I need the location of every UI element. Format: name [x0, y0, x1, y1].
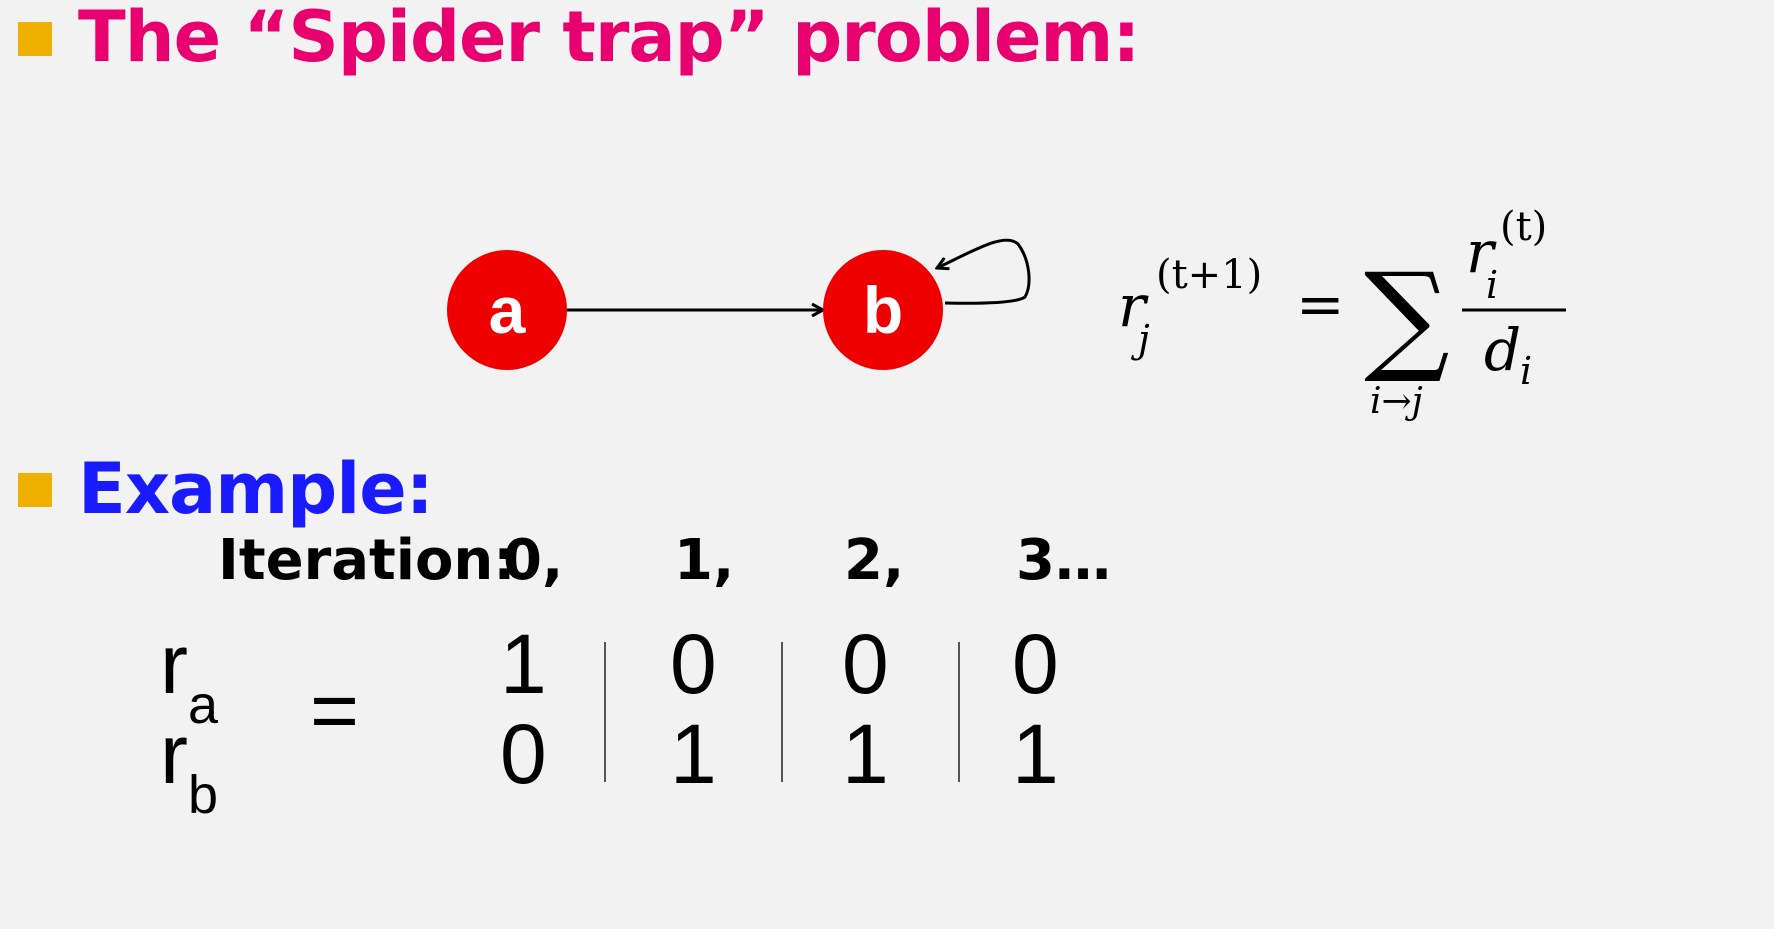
col2-rb: 1 — [842, 707, 889, 801]
node-a-label: a — [489, 273, 527, 347]
col1-ra: 0 — [670, 617, 717, 711]
formula-equals: = — [1296, 270, 1345, 338]
row-label-rb: rb — [160, 712, 218, 822]
rb-sub: b — [187, 765, 219, 825]
col1-rb: 1 — [670, 707, 717, 801]
formula-den-base: d — [1484, 316, 1521, 384]
ra-base: r — [160, 617, 188, 711]
formula-sum: ∑ — [1364, 248, 1450, 387]
col0-rb: 0 — [500, 707, 547, 801]
iteration-value-2: 2, — [844, 528, 905, 593]
formula-sum-index: i→j — [1370, 381, 1423, 422]
column-divider-2 — [781, 642, 783, 782]
node-b-label: b — [863, 273, 903, 347]
column-divider-3 — [958, 642, 960, 782]
iteration-value-0: 0, — [503, 528, 564, 593]
formula-num-sub: i — [1486, 263, 1498, 307]
iteration-label: Iteration: — [218, 528, 516, 593]
table-equals: = — [310, 663, 360, 757]
col3-ra: 0 — [1012, 617, 1059, 711]
formula-den-sub: i — [1520, 349, 1532, 393]
iteration-value-1: 1, — [674, 528, 735, 593]
edge-b-self-loop — [937, 238, 1031, 305]
formula-lhs-sup: (t+1) — [1156, 252, 1262, 298]
col3-rb: 1 — [1012, 707, 1059, 801]
row-label-ra: ra — [160, 622, 218, 732]
iteration-value-3: 3… — [1016, 528, 1111, 593]
col2-ra: 0 — [842, 617, 889, 711]
pagerank-formula: r j (t+1) = ∑ i→j r i (t) d i — [1118, 204, 1566, 422]
col0-ra: 1 — [500, 617, 547, 711]
column-divider-1 — [604, 642, 606, 782]
formula-num-sup: (t) — [1500, 204, 1547, 250]
rb-base: r — [160, 707, 188, 801]
